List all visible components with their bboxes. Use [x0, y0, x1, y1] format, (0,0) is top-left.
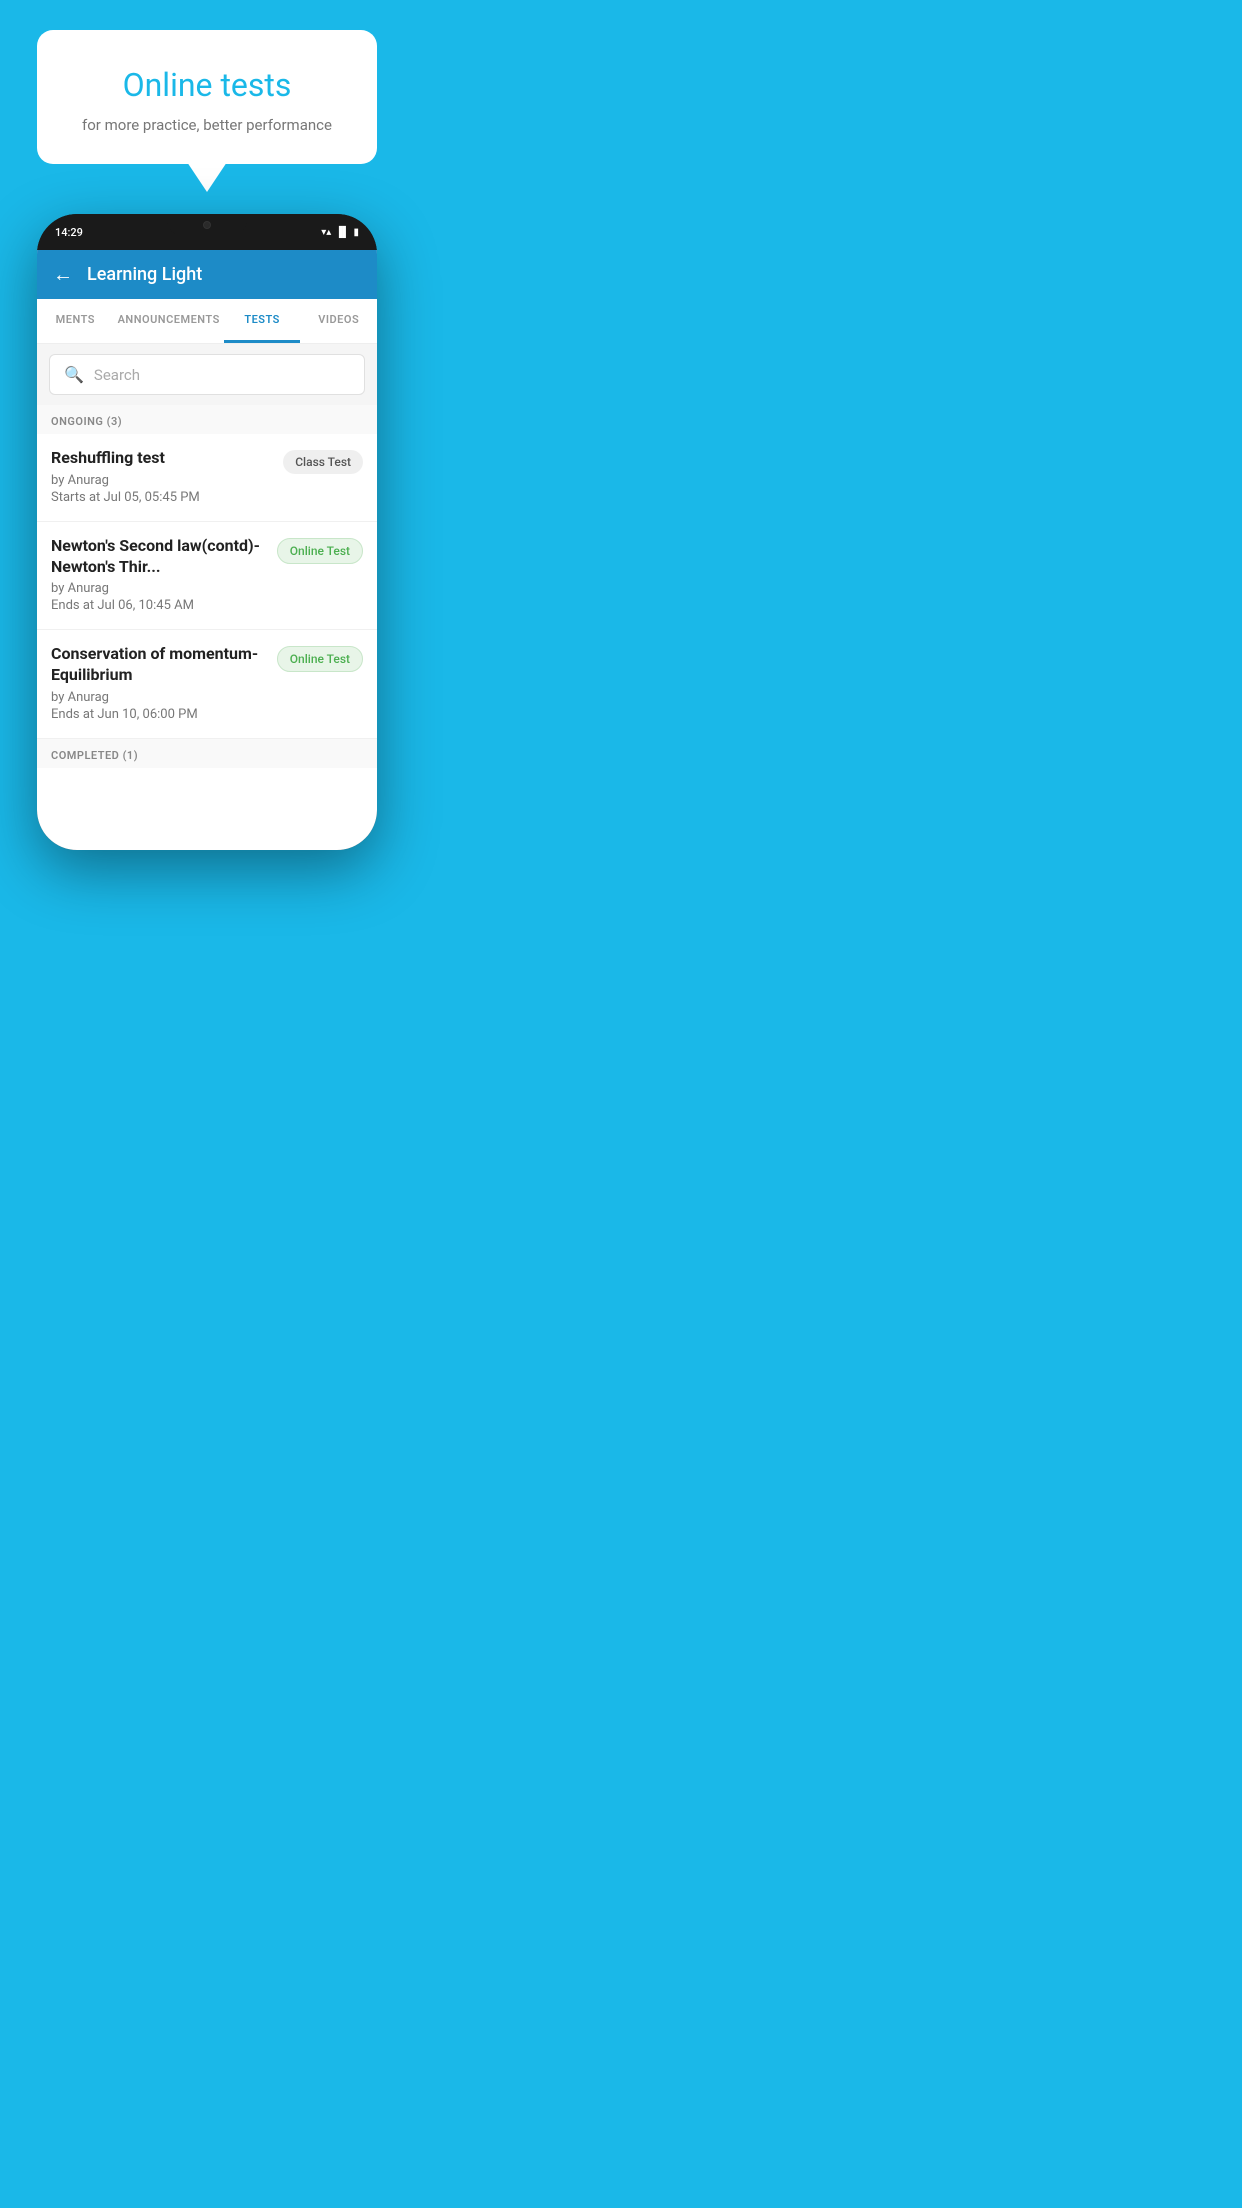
test-info: Reshuffling test by Anurag Starts at Jul…: [51, 448, 283, 505]
promo-bubble: Online tests for more practice, better p…: [37, 30, 377, 164]
status-bar: 14:29 ▾▴ ▐▌ ▮: [37, 214, 377, 250]
test-title: Newton's Second law(contd)-Newton's Thir…: [51, 536, 267, 578]
back-button[interactable]: ←: [53, 262, 73, 287]
test-badge-online: Online Test: [277, 646, 363, 672]
tab-announcements[interactable]: ANNOUNCEMENTS: [114, 299, 224, 343]
search-bar[interactable]: 🔍 Search: [49, 354, 365, 395]
search-bar-container: 🔍 Search: [37, 344, 377, 405]
test-item[interactable]: Conservation of momentum-Equilibrium by …: [37, 630, 377, 739]
ongoing-section-header: ONGOING (3): [37, 405, 377, 434]
signal-icon: ▐▌: [335, 227, 349, 238]
notch: [167, 214, 247, 236]
status-icons: ▾▴ ▐▌ ▮: [321, 227, 359, 238]
test-title: Conservation of momentum-Equilibrium: [51, 644, 267, 686]
bubble-subtitle: for more practice, better performance: [77, 116, 337, 134]
test-date: Ends at Jun 10, 06:00 PM: [51, 707, 267, 722]
test-info: Conservation of momentum-Equilibrium by …: [51, 644, 277, 722]
test-item[interactable]: Newton's Second law(contd)-Newton's Thir…: [37, 522, 377, 631]
test-badge-online: Online Test: [277, 538, 363, 564]
test-date: Ends at Jul 06, 10:45 AM: [51, 598, 267, 613]
battery-icon: ▮: [353, 227, 359, 238]
app-header: ← Learning Light: [37, 250, 377, 299]
wifi-icon: ▾▴: [321, 227, 331, 238]
status-time: 14:29: [55, 226, 83, 239]
search-icon: 🔍: [64, 365, 84, 384]
test-author: by Anurag: [51, 473, 273, 488]
test-author: by Anurag: [51, 581, 267, 596]
tab-ments[interactable]: MENTS: [37, 299, 114, 343]
test-item[interactable]: Reshuffling test by Anurag Starts at Jul…: [37, 434, 377, 522]
test-info: Newton's Second law(contd)-Newton's Thir…: [51, 536, 277, 614]
test-date: Starts at Jul 05, 05:45 PM: [51, 490, 273, 505]
search-placeholder: Search: [94, 366, 140, 384]
app-content: ← Learning Light MENTS ANNOUNCEMENTS TES…: [37, 250, 377, 850]
camera: [203, 221, 211, 229]
phone-frame: 14:29 ▾▴ ▐▌ ▮ ← Learning Light MENTS ANN…: [37, 214, 377, 850]
app-title: Learning Light: [87, 264, 202, 285]
completed-section-header: COMPLETED (1): [37, 739, 377, 768]
test-author: by Anurag: [51, 690, 267, 705]
tab-tests[interactable]: TESTS: [224, 299, 301, 343]
tab-videos[interactable]: VIDEOS: [300, 299, 377, 343]
bubble-title: Online tests: [77, 66, 337, 104]
tabs-bar: MENTS ANNOUNCEMENTS TESTS VIDEOS: [37, 299, 377, 344]
test-title: Reshuffling test: [51, 448, 273, 469]
test-badge-class: Class Test: [283, 450, 363, 474]
